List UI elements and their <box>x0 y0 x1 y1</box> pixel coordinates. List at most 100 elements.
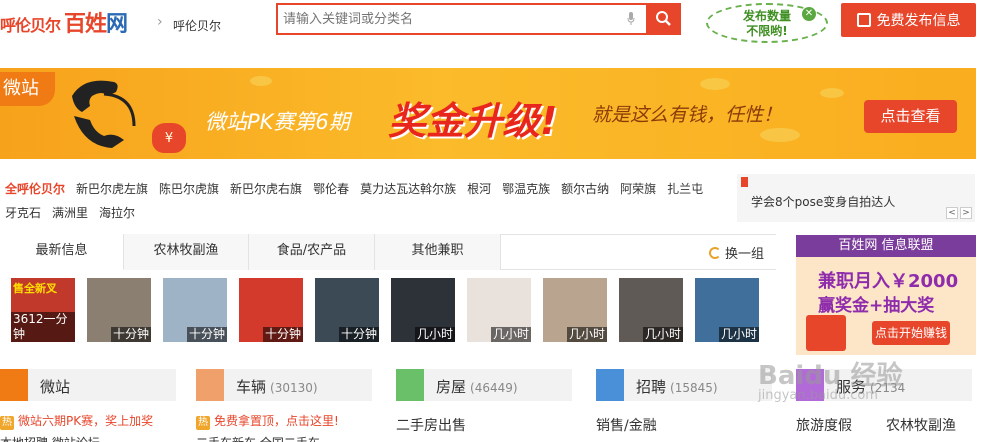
badge-line2: 不限哟! <box>746 24 788 38</box>
post-button-label: 免费发布信息 <box>876 13 961 29</box>
breadcrumb-city[interactable]: 呼伦贝尔 <box>173 17 221 34</box>
category-header[interactable]: 房屋 (46449) <box>396 369 572 401</box>
thumbnail-time-label: 几小时 <box>490 327 531 342</box>
city-link[interactable]: 陈巴尔虎旗 <box>154 177 219 201</box>
post-free-listing-button[interactable]: 免费发布信息 <box>841 3 976 37</box>
ticker-prev-button[interactable]: < <box>946 207 958 219</box>
job-sub-link[interactable]: 销售/金融 <box>596 415 657 435</box>
breadcrumb-separator-icon: › <box>157 14 163 30</box>
tab-latest[interactable]: 最新信息 <box>0 234 124 270</box>
baidu-jingyan-watermark: Baidu 经验 jingyan.baidu.com <box>758 355 988 435</box>
tab-food[interactable]: 食品/农产品 <box>249 234 375 270</box>
microphone-icon[interactable] <box>627 12 635 26</box>
category-icon <box>396 369 424 401</box>
city-link[interactable]: 根河 <box>462 177 491 201</box>
thumbnail-time-label: 十分钟 <box>186 327 227 342</box>
promo-banner[interactable]: 微站 ¥ 微站PK赛第6期 奖金升级! 就是这么有钱，任性！ 点击查看 <box>0 68 976 159</box>
thumbnail-time-label: 十分钟 <box>262 327 303 342</box>
city-link[interactable]: 鄂温克族 <box>497 177 550 201</box>
listing-thumbnail[interactable]: 几小时 <box>619 278 683 342</box>
city-link[interactable]: 鄂伦春 <box>308 177 349 201</box>
close-icon[interactable]: ✕ <box>802 7 816 21</box>
category-header[interactable]: 微站 <box>0 369 176 401</box>
logo-city-text: 呼伦贝尔 <box>0 16 61 35</box>
category-icon <box>596 369 624 401</box>
tab-agriculture[interactable]: 农林牧副渔 <box>124 234 249 270</box>
refresh-button[interactable]: 换一组 <box>708 243 764 262</box>
edit-icon <box>856 13 871 27</box>
thumbnail-time-label: 几小时 <box>718 327 759 342</box>
category-count: (46449) <box>470 381 518 395</box>
city-link[interactable]: 额尔古纳 <box>556 177 609 201</box>
city-list: 全呼伦贝尔 新巴尔虎左旗 陈巴尔虎旗 新巴尔虎右旗 鄂伦春 莫力达瓦达斡尔族 根河 鄂温克族额… <box>0 177 735 225</box>
city-link[interactable]: 牙克石 <box>0 201 41 225</box>
thumbnail-time-label: 十分钟 <box>338 327 379 342</box>
side-ad-line2: 赢奖金+抽大奖 <box>818 296 935 316</box>
banner-view-button[interactable]: 点击查看 <box>864 100 957 133</box>
listing-thumbnail[interactable]: 几小时 <box>391 278 455 342</box>
unlimited-posts-badge[interactable]: 发布数量 不限哟! ✕ <box>706 3 828 43</box>
car-sub-links[interactable]: 二手车新车 全国二手车 <box>196 434 320 442</box>
listing-thumbnail[interactable]: 十分钟 <box>87 278 151 342</box>
refresh-icon <box>708 246 721 259</box>
watermark-main: Baidu 经验 <box>758 361 903 391</box>
category-icon <box>196 369 224 401</box>
listing-thumbnail[interactable]: 售全新叉 3612一分钟 <box>11 278 75 342</box>
category-header[interactable]: 车辆 (30130) <box>196 369 372 401</box>
city-link[interactable]: 新巴尔虎左旗 <box>71 177 148 201</box>
search-box <box>276 3 681 35</box>
side-ad-button[interactable]: 点击开始赚钱 <box>872 321 950 345</box>
banner-text-1: 微站PK赛第6期 <box>205 110 350 134</box>
watermark-sub: jingyan.baidu.com <box>758 388 878 403</box>
header: 呼伦贝尔 百姓网 › 呼伦贝尔 发布数量 不限哟! ✕ 免费发布信息 <box>0 0 991 44</box>
search-input[interactable] <box>278 5 646 33</box>
city-link[interactable]: 满洲里 <box>47 201 88 225</box>
listing-tabs: 最新信息 农林牧副渔 食品/农产品 其他兼职 换一组 <box>0 234 776 270</box>
city-link[interactable]: 阿荣旗 <box>615 177 656 201</box>
ticker-next-button[interactable]: > <box>960 207 972 219</box>
category-name: 微站 <box>40 376 74 397</box>
listing-thumbnail[interactable]: 几小时 <box>543 278 607 342</box>
category-icon <box>0 369 28 401</box>
side-ad-header: 百姓网 信息联盟 <box>796 235 976 257</box>
refresh-label: 换一组 <box>724 247 764 262</box>
city-link[interactable]: 新巴尔虎右旗 <box>225 177 302 201</box>
category-label: 车辆 <box>236 378 267 396</box>
listing-thumbnail[interactable]: 十分钟 <box>239 278 303 342</box>
thumbnail-time-label: 十分钟 <box>110 327 151 342</box>
city-link[interactable]: 扎兰屯 <box>662 177 703 201</box>
news-ticker: 学会8个pose变身自拍达人 < > <box>737 174 975 222</box>
listing-thumbnail[interactable]: 十分钟 <box>163 278 227 342</box>
logo-brand-part2: 网 <box>106 12 128 37</box>
category-count: (30130) <box>270 381 318 395</box>
speaker-icon <box>741 177 748 187</box>
thumbnail-time-label: 3612一分钟 <box>11 312 75 342</box>
city-link[interactable]: 海拉尔 <box>94 201 135 225</box>
house-sub-link[interactable]: 二手房出售 <box>396 415 466 435</box>
weizhan-sub-links[interactable]: 本地招聘 微站论坛 <box>0 434 100 442</box>
site-logo[interactable]: 呼伦贝尔 百姓网 <box>0 6 128 38</box>
city-link-current[interactable]: 全呼伦贝尔 <box>0 177 65 201</box>
telephone-icon <box>72 80 136 148</box>
search-icon <box>656 11 671 26</box>
hot-badge: 热 <box>0 416 14 430</box>
logo-brand-text: 百姓网 <box>64 6 128 38</box>
search-button[interactable] <box>646 3 681 35</box>
category-label: 微站 <box>40 378 71 396</box>
listing-thumbnail[interactable]: 十分钟 <box>315 278 379 342</box>
weizhan-tag: 微站 <box>0 72 55 106</box>
side-ad[interactable]: 百姓网 信息联盟 兼职月入￥2000 赢奖金+抽大奖 点击开始赚钱 <box>796 235 976 355</box>
weizhan-hot-link[interactable]: 热微站六期PK赛，奖上加奖 <box>0 412 153 430</box>
banner-text-2: 奖金升级! <box>388 99 558 143</box>
listing-thumbnail[interactable]: 几小时 <box>467 278 531 342</box>
ticker-text[interactable]: 学会8个pose变身自拍达人 <box>751 193 895 210</box>
car-hot-link[interactable]: 热免费拿置顶，点击这里! <box>196 412 339 430</box>
category-name: 招聘 (15845) <box>636 376 718 397</box>
listing-thumbnail[interactable]: 几小时 <box>695 278 759 342</box>
logo-brand-part1: 百姓 <box>64 12 107 37</box>
thumbnail-time-label: 几小时 <box>642 327 683 342</box>
city-link[interactable]: 莫力达瓦达斡尔族 <box>355 177 456 201</box>
category-header[interactable]: 招聘 (15845) <box>596 369 772 401</box>
category-label: 招聘 <box>636 378 667 396</box>
tab-other-jobs[interactable]: 其他兼职 <box>375 234 501 270</box>
